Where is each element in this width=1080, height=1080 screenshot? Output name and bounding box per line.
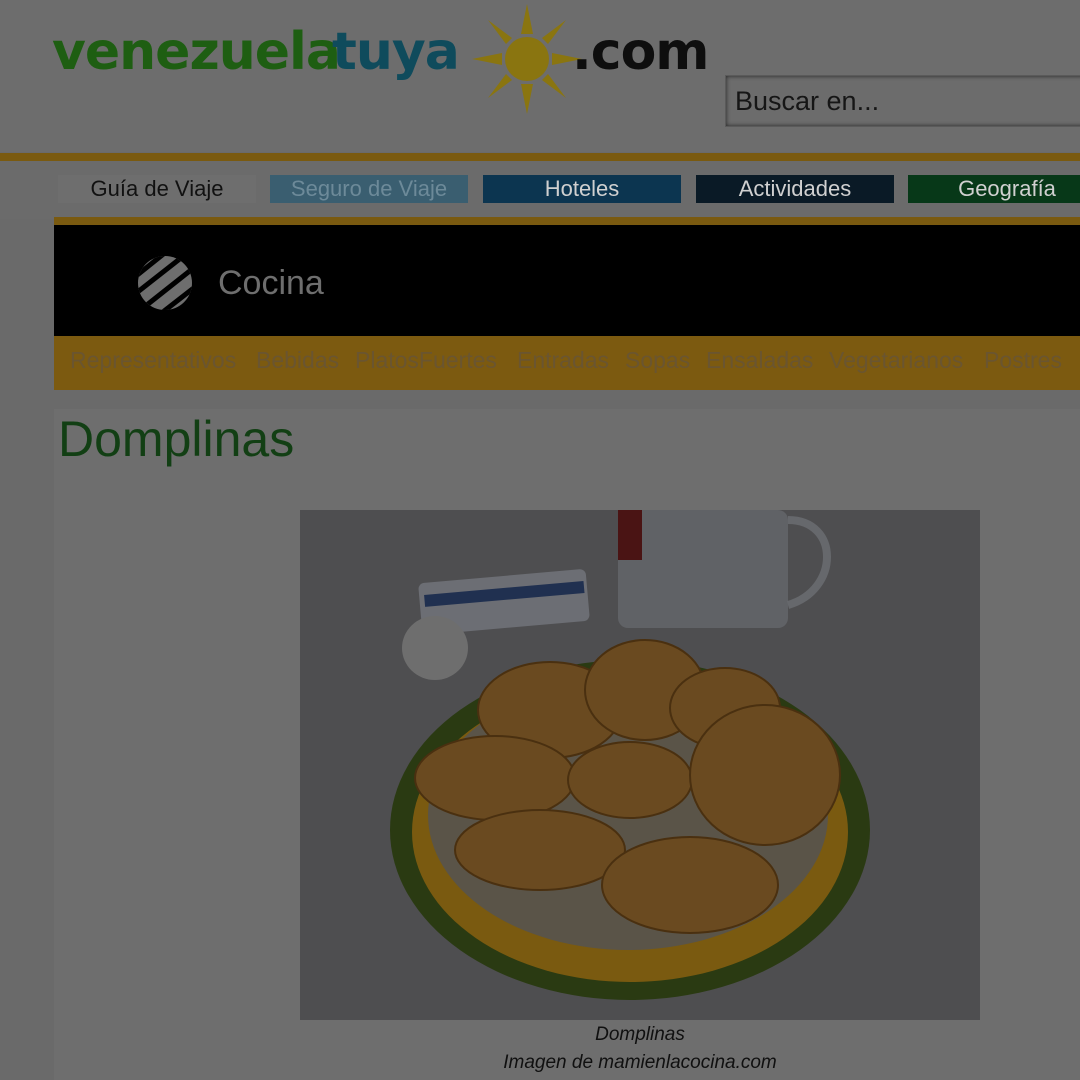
subnav-vegetarianos[interactable]: Vegetarianos (829, 347, 963, 374)
subnav-platosfuertes[interactable]: PlatosFuertes (355, 347, 497, 374)
logo-text-com: .com (572, 22, 709, 82)
subnav-postres[interactable]: Postres (984, 347, 1062, 374)
subnav-ensaladas[interactable]: Ensaladas (706, 347, 813, 374)
nav-actividades[interactable]: Actividades (696, 175, 894, 203)
recipe-photo (300, 510, 980, 1020)
category-title: Cocina (218, 264, 324, 302)
subnav-entradas[interactable]: Entradas (517, 347, 609, 374)
page-title: Domplinas (58, 411, 295, 467)
sun-logo-icon (472, 4, 582, 114)
site-logo[interactable]: venezuela tuya .com (52, 4, 709, 114)
subnav-bebidas[interactable]: Bebidas (256, 347, 339, 374)
nav-guia-de-viaje[interactable]: Guía de Viaje (58, 175, 256, 203)
header-divider (0, 153, 1080, 161)
subnav-sopas[interactable]: Sopas (625, 347, 690, 374)
category-banner (54, 225, 1080, 336)
section-divider (54, 217, 1080, 225)
photo-credit: Imagen de mamienlacocina.com (503, 1052, 777, 1073)
subnav-representativos[interactable]: Representativos (70, 347, 236, 374)
search-input[interactable] (725, 75, 1080, 127)
nav-hoteles[interactable]: Hoteles (483, 175, 681, 203)
logo-text-tuya: tuya (332, 22, 460, 82)
logo-text-venezuela: venezuela (52, 22, 341, 82)
nav-geografia[interactable]: Geografía (908, 175, 1080, 203)
striped-circle-icon (138, 256, 192, 310)
photo-caption: Domplinas (595, 1024, 685, 1045)
nav-seguro-de-viaje[interactable]: Seguro de Viaje (270, 175, 468, 203)
